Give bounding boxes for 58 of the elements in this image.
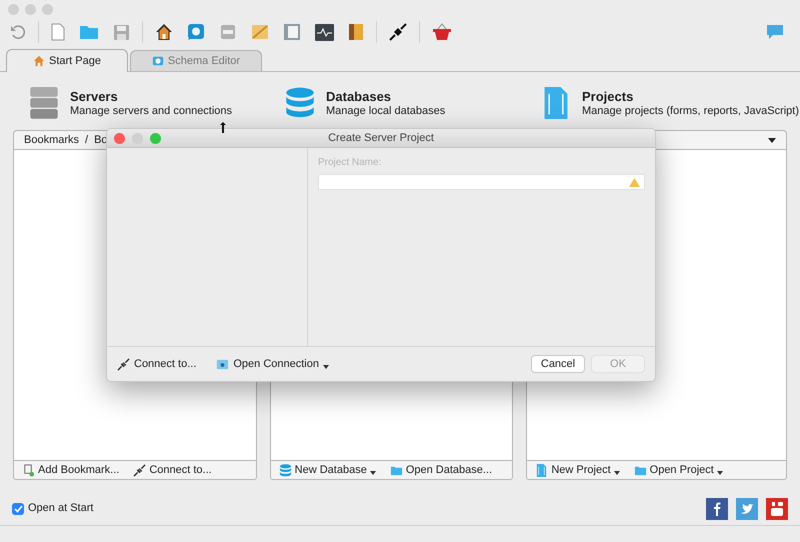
section-title: Projects	[582, 88, 634, 104]
window-icon[interactable]	[283, 23, 301, 41]
basket-icon[interactable]	[432, 23, 452, 41]
breadcrumb-item[interactable]: Bookmarks	[24, 132, 80, 148]
panel-action-button[interactable]: New Database	[278, 462, 376, 478]
caret-icon	[370, 471, 376, 475]
new-file-icon[interactable]	[51, 23, 65, 41]
book-icon[interactable]	[348, 23, 364, 41]
project-name-field[interactable]	[318, 174, 645, 190]
bookmark-icon	[22, 464, 35, 476]
section-subtitle: Manage servers and connections	[70, 104, 232, 118]
section-title: Servers	[70, 88, 119, 104]
schema-icon[interactable]	[187, 23, 205, 41]
breadcrumb-separator: /	[85, 132, 88, 148]
plug-icon	[133, 464, 146, 476]
dropdown-caret-icon[interactable]	[768, 138, 776, 142]
ruler-icon[interactable]	[251, 23, 269, 41]
cursor-icon	[220, 122, 226, 133]
sql-file-icon[interactable]	[219, 23, 237, 41]
database-icon	[278, 464, 292, 476]
open-at-start-checkbox[interactable]	[12, 502, 24, 514]
section-title: Databases	[326, 88, 392, 104]
chat-bubble-icon[interactable]	[766, 24, 784, 40]
caret-icon	[323, 365, 329, 369]
server-icon	[28, 87, 60, 119]
activity-monitor-icon[interactable]	[315, 24, 334, 40]
dialog-action-button[interactable]: Open Connection	[216, 356, 329, 372]
dialog-action-button[interactable]: Connect to...	[117, 356, 196, 372]
caret-icon	[614, 471, 620, 475]
panel-action-button[interactable]: Connect to...	[133, 462, 212, 478]
panel-action-button[interactable]: Open Database...	[390, 462, 492, 478]
panel-action-button[interactable]: Open Project	[634, 462, 723, 478]
schema-icon	[152, 55, 164, 67]
zoom-window-icon[interactable]	[150, 133, 161, 144]
video-icon[interactable]	[766, 498, 788, 520]
field-label: Project Name:	[318, 156, 382, 170]
tab[interactable]: Start Page	[6, 49, 128, 72]
section-subtitle: Manage local databases	[326, 104, 446, 118]
plug-icon[interactable]	[389, 23, 407, 41]
dialog-title: Create Server Project	[328, 130, 434, 146]
house-icon	[33, 55, 45, 67]
caret-icon	[716, 471, 723, 475]
undo-icon[interactable]	[10, 24, 26, 40]
save-icon[interactable]	[113, 24, 130, 40]
plug-icon	[117, 358, 130, 370]
house-icon[interactable]	[155, 23, 173, 41]
panel-action-button[interactable]: New Project	[535, 462, 620, 478]
panel-action-button[interactable]: Add Bookmark...	[22, 462, 120, 478]
document-icon	[535, 464, 548, 476]
open-at-start-label: Open at Start	[28, 501, 94, 516]
section-subtitle: Manage projects (forms, reports, JavaScript)	[582, 104, 800, 118]
bird-icon[interactable]	[736, 498, 758, 520]
facebook-icon[interactable]	[706, 498, 728, 520]
connection-icon	[216, 358, 230, 370]
folder-icon[interactable]	[79, 24, 99, 40]
close-window-icon[interactable]	[114, 133, 125, 144]
cancel-button[interactable]: Cancel	[531, 355, 585, 373]
database-icon	[284, 87, 316, 119]
